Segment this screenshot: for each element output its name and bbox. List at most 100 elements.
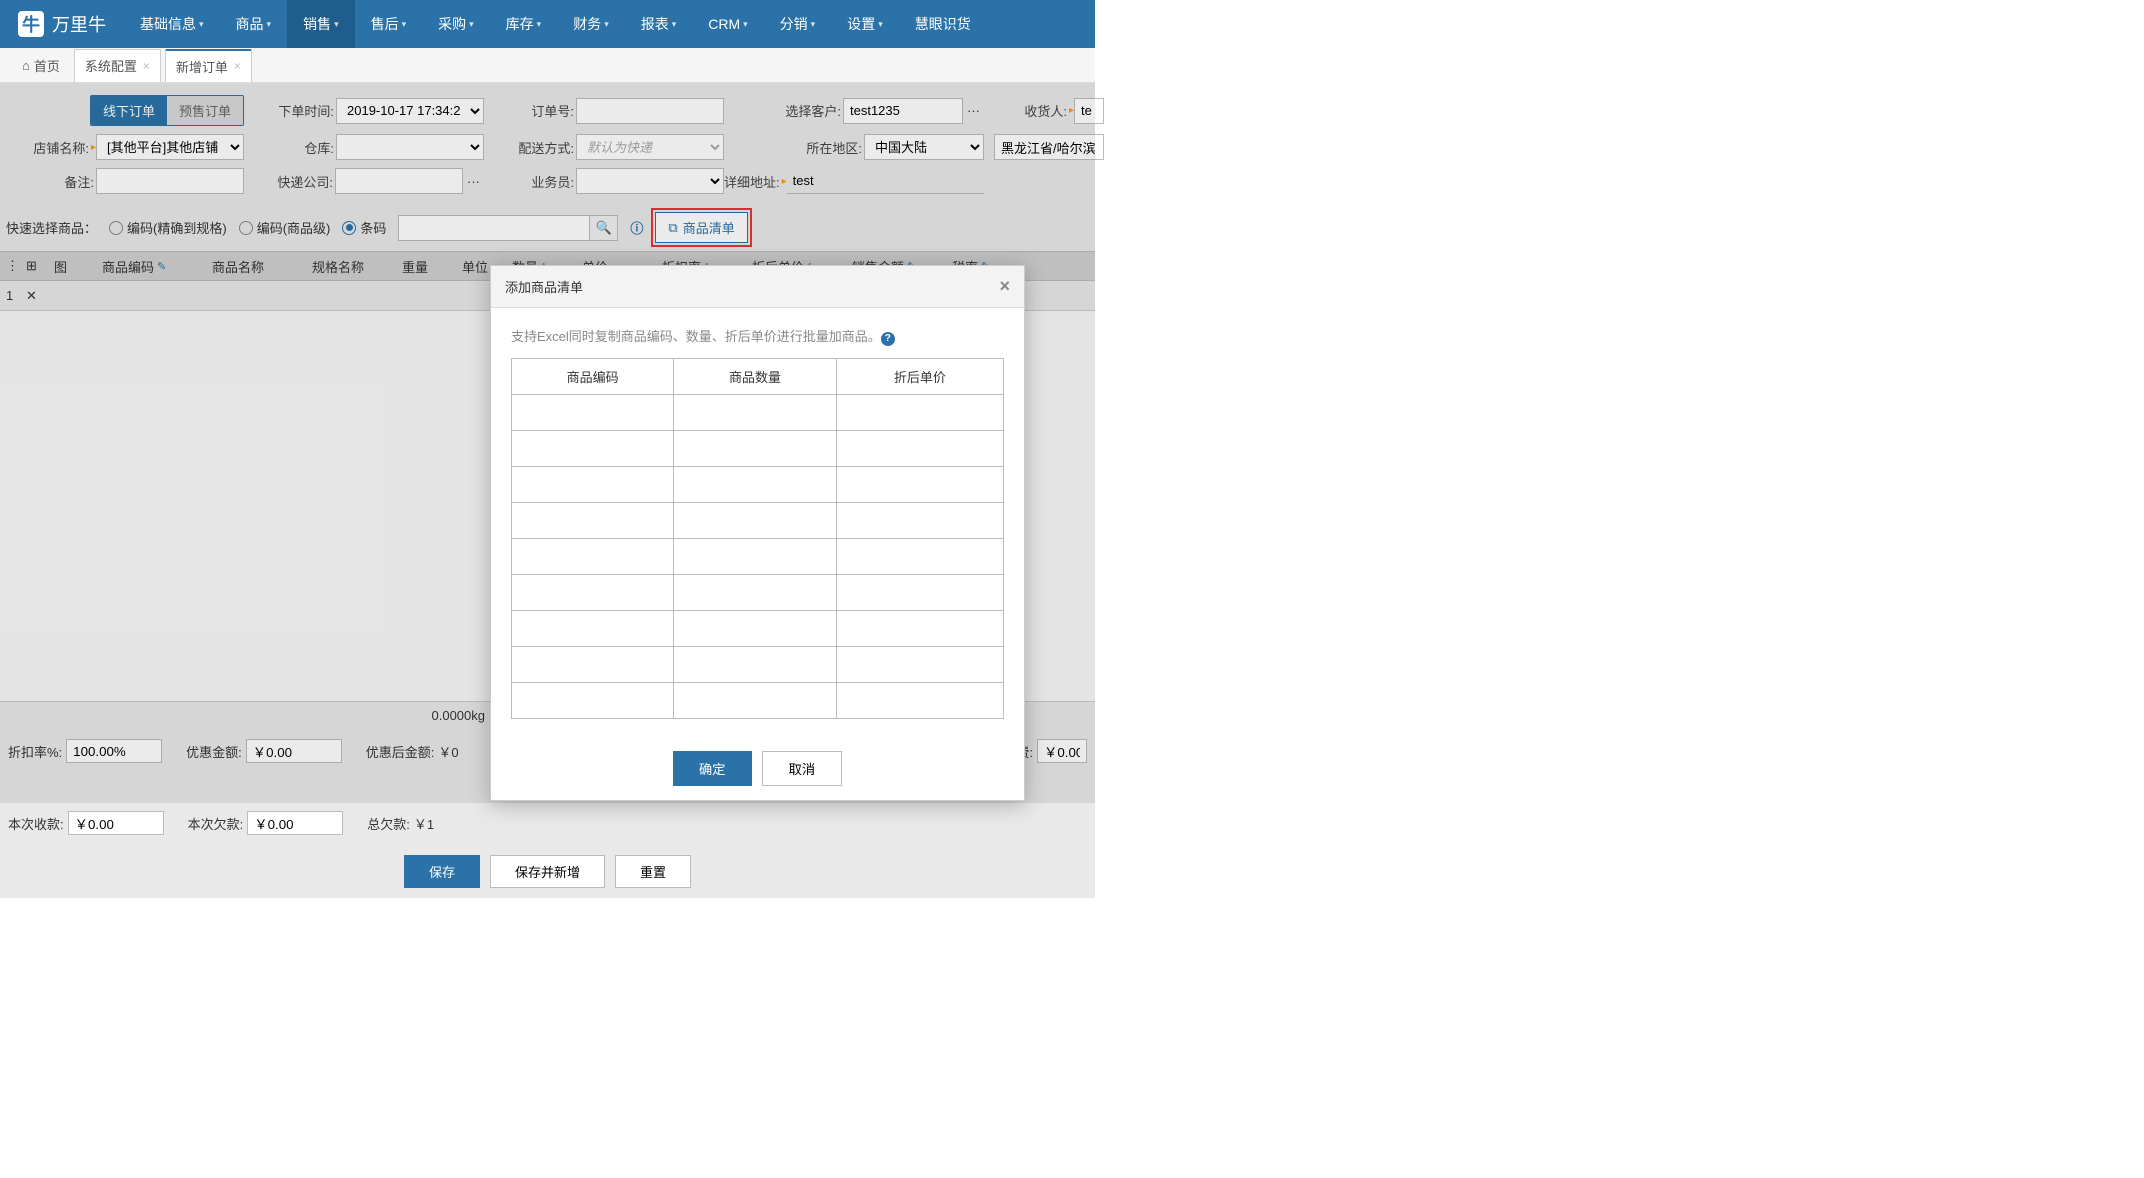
col-image: 图	[48, 257, 96, 276]
modal-th-price: 折后单价	[836, 358, 1003, 394]
modal-cell[interactable]	[836, 610, 1003, 646]
discount-rate-input[interactable]	[66, 739, 162, 763]
sales-select[interactable]	[576, 168, 724, 194]
shop-select[interactable]: [其他平台]其他店铺	[96, 134, 244, 160]
nav-销售[interactable]: 销售▾	[287, 0, 355, 48]
region-label: 所在地区:	[806, 138, 864, 157]
modal-cell[interactable]	[512, 394, 674, 430]
product-list-button[interactable]: ⧉ 商品清单	[655, 212, 747, 243]
radio-code-spec[interactable]: 编码(精确到规格)	[109, 218, 227, 237]
row-delete[interactable]: ✕	[20, 288, 48, 304]
modal-cell[interactable]	[674, 394, 836, 430]
nav-分销[interactable]: 分销▾	[764, 0, 832, 48]
warehouse-label: 仓库:	[304, 138, 336, 157]
remark-input[interactable]	[96, 168, 244, 194]
modal-cell[interactable]	[836, 466, 1003, 502]
modal-cell[interactable]	[836, 646, 1003, 682]
modal-cell[interactable]	[512, 646, 674, 682]
nav-基础信息[interactable]: 基础信息▾	[124, 0, 220, 48]
presale-order-tab[interactable]: 预售订单	[167, 96, 243, 125]
nav-采购[interactable]: 采购▾	[422, 0, 490, 48]
orderno-input[interactable]	[576, 98, 724, 124]
nav-库存[interactable]: 库存▾	[490, 0, 558, 48]
search-box: 🔍	[398, 215, 618, 241]
modal-cancel-button[interactable]: 取消	[762, 751, 843, 786]
nav-售后[interactable]: 售后▾	[355, 0, 423, 48]
modal-cell[interactable]	[836, 502, 1003, 538]
modal-cell[interactable]	[512, 502, 674, 538]
pref-amount-input[interactable]	[246, 739, 342, 763]
nav-报表[interactable]: 报表▾	[625, 0, 693, 48]
modal-cell[interactable]	[512, 538, 674, 574]
col-grid[interactable]: ⊞	[20, 258, 48, 274]
top-nav: 牛 万里牛 基础信息▾商品▾销售▾售后▾采购▾库存▾财务▾报表▾CRM▾分销▾设…	[0, 0, 1095, 48]
logo-icon: 牛	[18, 11, 44, 37]
home-tab[interactable]: ⌂ 首页	[12, 56, 70, 75]
nav-商品[interactable]: 商品▾	[220, 0, 288, 48]
address-input[interactable]	[787, 168, 984, 194]
nav-财务[interactable]: 财务▾	[557, 0, 625, 48]
modal-cell[interactable]	[674, 646, 836, 682]
modal-hint: 支持Excel同时复制商品编码、数量、折后单价进行批量加商品。?	[511, 326, 1004, 346]
ship-select[interactable]: 默认为快递	[576, 134, 724, 160]
modal-cell[interactable]	[674, 682, 836, 718]
tab-close-icon[interactable]: ×	[143, 59, 150, 73]
order-type-toggle[interactable]: 线下订单 预售订单	[90, 95, 244, 126]
modal-cell[interactable]	[836, 430, 1003, 466]
modal-ok-button[interactable]: 确定	[673, 751, 752, 786]
modal-close-button[interactable]: ×	[999, 276, 1010, 297]
info-icon[interactable]: ⓘ	[630, 218, 643, 237]
modal-cell[interactable]	[674, 538, 836, 574]
region-select[interactable]: 中国大陆	[864, 134, 984, 160]
product-search-bar: 快速选择商品： 编码(精确到规格) 编码(商品级) 条码 🔍 ⓘ ⧉ 商品清单	[0, 204, 1095, 251]
modal-cell[interactable]	[836, 538, 1003, 574]
help-icon[interactable]: ?	[881, 332, 895, 346]
receiver-input[interactable]	[1074, 98, 1104, 124]
modal-cell[interactable]	[836, 682, 1003, 718]
customer-input[interactable]	[843, 98, 963, 124]
online-order-tab[interactable]: 线下订单	[91, 96, 167, 125]
tab-新增订单[interactable]: 新增订单×	[165, 49, 252, 82]
radio-barcode[interactable]: 条码	[342, 218, 386, 237]
warehouse-select[interactable]	[336, 134, 484, 160]
modal-cell[interactable]	[674, 430, 836, 466]
col-code: 商品编码✎	[96, 257, 206, 276]
customer-label: 选择客户:	[785, 101, 843, 120]
modal-cell[interactable]	[674, 502, 836, 538]
save-new-button[interactable]: 保存并新增	[490, 855, 605, 888]
col-name: 商品名称	[206, 257, 306, 276]
modal-cell[interactable]	[512, 466, 674, 502]
modal-cell[interactable]	[512, 574, 674, 610]
radio-code-prod[interactable]: 编码(商品级)	[239, 218, 331, 237]
tab-close-icon[interactable]: ×	[234, 59, 241, 73]
modal-cell[interactable]	[674, 466, 836, 502]
modal-cell[interactable]	[836, 394, 1003, 430]
modal-title: 添加商品清单	[505, 277, 583, 296]
courier-input[interactable]	[335, 168, 463, 194]
region2-input[interactable]	[994, 134, 1104, 160]
tab-bar: ⌂ 首页 系统配置×新增订单×	[0, 48, 1095, 83]
after-amount-value: ￥0	[438, 742, 458, 761]
owe-input[interactable]	[247, 811, 343, 835]
nav-慧眼识货[interactable]: 慧眼识货	[899, 0, 987, 48]
save-button[interactable]: 保存	[404, 855, 480, 888]
sales-label: 业务员:	[531, 172, 576, 191]
nav-CRM[interactable]: CRM▾	[692, 0, 763, 48]
modal-cell[interactable]	[674, 610, 836, 646]
modal-cell[interactable]	[512, 610, 674, 646]
search-button[interactable]: 🔍	[589, 216, 617, 240]
modal-cell[interactable]	[674, 574, 836, 610]
modal-cell[interactable]	[512, 682, 674, 718]
search-input[interactable]	[398, 215, 618, 241]
nav-设置[interactable]: 设置▾	[831, 0, 899, 48]
modal-cell[interactable]	[836, 574, 1003, 610]
time-label: 下单时间:	[278, 101, 336, 120]
receive-input[interactable]	[68, 811, 164, 835]
tab-系统配置[interactable]: 系统配置×	[74, 49, 161, 82]
order-time-select[interactable]: 2019-10-17 17:34:23	[336, 98, 484, 124]
home-tab-label: 首页	[34, 56, 60, 75]
reset-button[interactable]: 重置	[615, 855, 691, 888]
fee-input[interactable]	[1037, 739, 1087, 763]
modal-cell[interactable]	[512, 430, 674, 466]
col-drag[interactable]: ⋮	[0, 258, 20, 274]
